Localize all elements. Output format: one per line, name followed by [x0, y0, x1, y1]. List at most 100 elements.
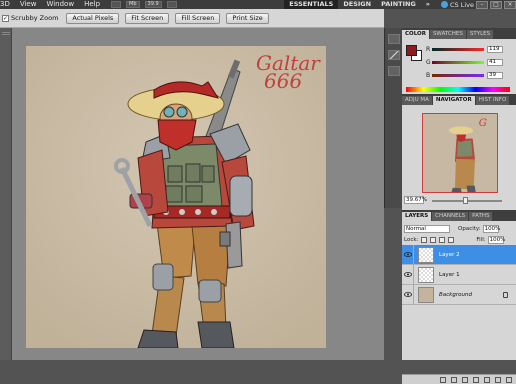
svg-text:G: G — [479, 118, 487, 129]
tab-swatches[interactable]: SWATCHES — [429, 30, 466, 39]
tab-channels[interactable]: CHANNELS — [432, 212, 469, 221]
maximize-button[interactable]: □ — [490, 0, 502, 9]
visibility-eye-icon[interactable] — [402, 284, 414, 305]
color-spectrum-ramp[interactable] — [406, 87, 510, 92]
green-channel-slider[interactable] — [432, 60, 484, 64]
navigator-panel-tabs: ADJU MA NAVIGATOR HIST INFO — [402, 94, 516, 105]
layers-panel-tabs: LAYERS CHANNELS PATHS — [402, 210, 516, 221]
lock-position-icon[interactable] — [439, 236, 446, 243]
workspace-more[interactable]: » — [421, 0, 435, 9]
navigator-zoom-knob[interactable] — [463, 197, 468, 204]
add-mask-icon[interactable] — [462, 376, 468, 383]
workspace-essentials[interactable]: ESSENTIALS — [284, 0, 339, 9]
tools-grip[interactable] — [2, 32, 10, 35]
opacity-field[interactable]: 100% — [482, 224, 500, 233]
workspace-painting[interactable]: PAINTING — [376, 0, 421, 9]
tab-color[interactable]: COLOR — [402, 30, 429, 39]
layer-style-icon[interactable] — [451, 376, 457, 383]
link-layers-icon[interactable] — [440, 376, 446, 383]
green-channel-value[interactable]: 41 — [487, 58, 503, 66]
blue-channel-slider[interactable] — [432, 73, 484, 77]
blend-row: Normal Opacity: 100% — [402, 223, 516, 234]
application-bar-tools: Mb 39.9 — [111, 1, 182, 8]
layer-thumbnail — [418, 246, 434, 263]
layer-row[interactable]: Layer 2 — [402, 244, 516, 265]
navigator-preview: G — [423, 115, 497, 192]
layer-row[interactable]: Layer 1 — [402, 264, 516, 285]
adjustment-layer-icon[interactable] — [473, 376, 479, 383]
zoom-level-field[interactable]: 39.9 — [144, 1, 162, 8]
color-panel: R 119 G 41 B 39 — [402, 39, 516, 94]
lock-label: Lock: — [404, 236, 419, 243]
layer-row[interactable]: Background — [402, 284, 516, 305]
hand-tool-button[interactable] — [166, 1, 177, 8]
layer-name[interactable]: Background — [439, 292, 472, 298]
tab-histogram[interactable]: HIST INFO — [475, 96, 510, 105]
collapsed-panel-dock — [384, 28, 402, 208]
red-channel-row: R 119 — [426, 45, 503, 53]
tab-navigator[interactable]: NAVIGATOR — [432, 96, 475, 105]
visibility-eye-icon[interactable] — [402, 244, 414, 265]
options-bar: ✓ Scrubby Zoom Actual Pixels Fit Screen … — [0, 9, 384, 28]
tools-panel — [0, 28, 12, 360]
actual-pixels-button[interactable]: Actual Pixels — [66, 12, 120, 24]
layer-lock-icon — [503, 291, 508, 298]
lock-all-icon[interactable] — [448, 236, 455, 243]
fill-screen-button[interactable]: Fill Screen — [175, 12, 221, 24]
scrubby-zoom-checkbox[interactable]: ✓ — [2, 14, 9, 22]
navigator-panel: G 39.67% — [402, 105, 516, 210]
foreground-color-swatch[interactable] — [406, 45, 417, 56]
tab-adjustments[interactable]: ADJU MA — [402, 96, 432, 105]
minimize-button[interactable]: – — [476, 0, 488, 9]
navigator-zoom-field[interactable]: 39.67% — [404, 196, 427, 204]
artist-signature: Galtar 666 — [256, 53, 320, 91]
panel-dock: COLOR SWATCHES STYLES R 119 G 41 B 39 AD… — [402, 28, 516, 384]
bridge-button[interactable] — [111, 1, 122, 8]
blend-mode-select[interactable]: Normal — [404, 224, 450, 233]
panel-grip-icon[interactable] — [387, 34, 400, 44]
color-panel-tabs: COLOR SWATCHES STYLES — [402, 28, 516, 39]
tab-styles[interactable]: STYLES — [466, 30, 494, 39]
workspace-switcher: ESSENTIALS DESIGN PAINTING » CS Live – □… — [284, 0, 516, 9]
layers-footer — [402, 374, 516, 384]
mini-bridge-button[interactable]: Mb — [126, 1, 140, 8]
green-channel-row: G 41 — [426, 58, 503, 66]
print-size-button[interactable]: Print Size — [226, 12, 269, 24]
blue-channel-row: B 39 — [426, 71, 503, 79]
layer-thumbnail — [418, 266, 434, 283]
menu-3d[interactable]: 3D — [0, 0, 15, 9]
layer-name[interactable]: Layer 1 — [439, 272, 460, 278]
document-canvas[interactable]: Galtar 666 — [26, 46, 326, 348]
cs-live-label: CS Live — [449, 0, 474, 9]
visibility-eye-icon[interactable] — [402, 264, 414, 285]
tab-layers[interactable]: LAYERS — [402, 212, 432, 221]
layer-name[interactable]: Layer 2 — [439, 252, 460, 258]
fill-label: Fill: — [476, 236, 486, 243]
workspace-design[interactable]: DESIGN — [338, 0, 376, 9]
menu-help[interactable]: Help — [79, 0, 105, 9]
navigator-thumbnail[interactable]: G — [422, 113, 498, 193]
cs-live-icon — [440, 1, 448, 8]
tab-paths[interactable]: PATHS — [469, 212, 493, 221]
new-group-icon[interactable] — [484, 376, 490, 383]
clone-source-icon[interactable] — [387, 66, 400, 76]
lock-transparency-icon[interactable] — [421, 236, 428, 243]
menu-bar: 3D View Window Help Mb 39.9 ESSENTIALS D… — [0, 0, 516, 9]
lock-image-icon[interactable] — [430, 236, 437, 243]
cs-live-menu[interactable]: CS Live — [440, 0, 474, 9]
document-window: Galtar 666 — [12, 28, 384, 360]
close-button[interactable]: × — [504, 0, 516, 9]
menu-view[interactable]: View — [15, 0, 42, 9]
scrubby-zoom-label: Scrubby Zoom — [11, 14, 59, 22]
fit-screen-button[interactable]: Fit Screen — [125, 12, 170, 24]
new-layer-icon[interactable] — [495, 376, 501, 383]
red-channel-value[interactable]: 119 — [487, 45, 503, 53]
opacity-label: Opacity: — [458, 225, 481, 232]
menu-window[interactable]: Window — [41, 0, 79, 9]
brush-presets-icon[interactable] — [387, 50, 400, 60]
lock-row: Lock: Fill: 100% — [402, 234, 516, 245]
delete-layer-icon[interactable] — [506, 376, 512, 383]
fill-field[interactable]: 100% — [487, 235, 505, 244]
blue-channel-value[interactable]: 39 — [487, 71, 503, 79]
red-channel-slider[interactable] — [432, 47, 484, 51]
